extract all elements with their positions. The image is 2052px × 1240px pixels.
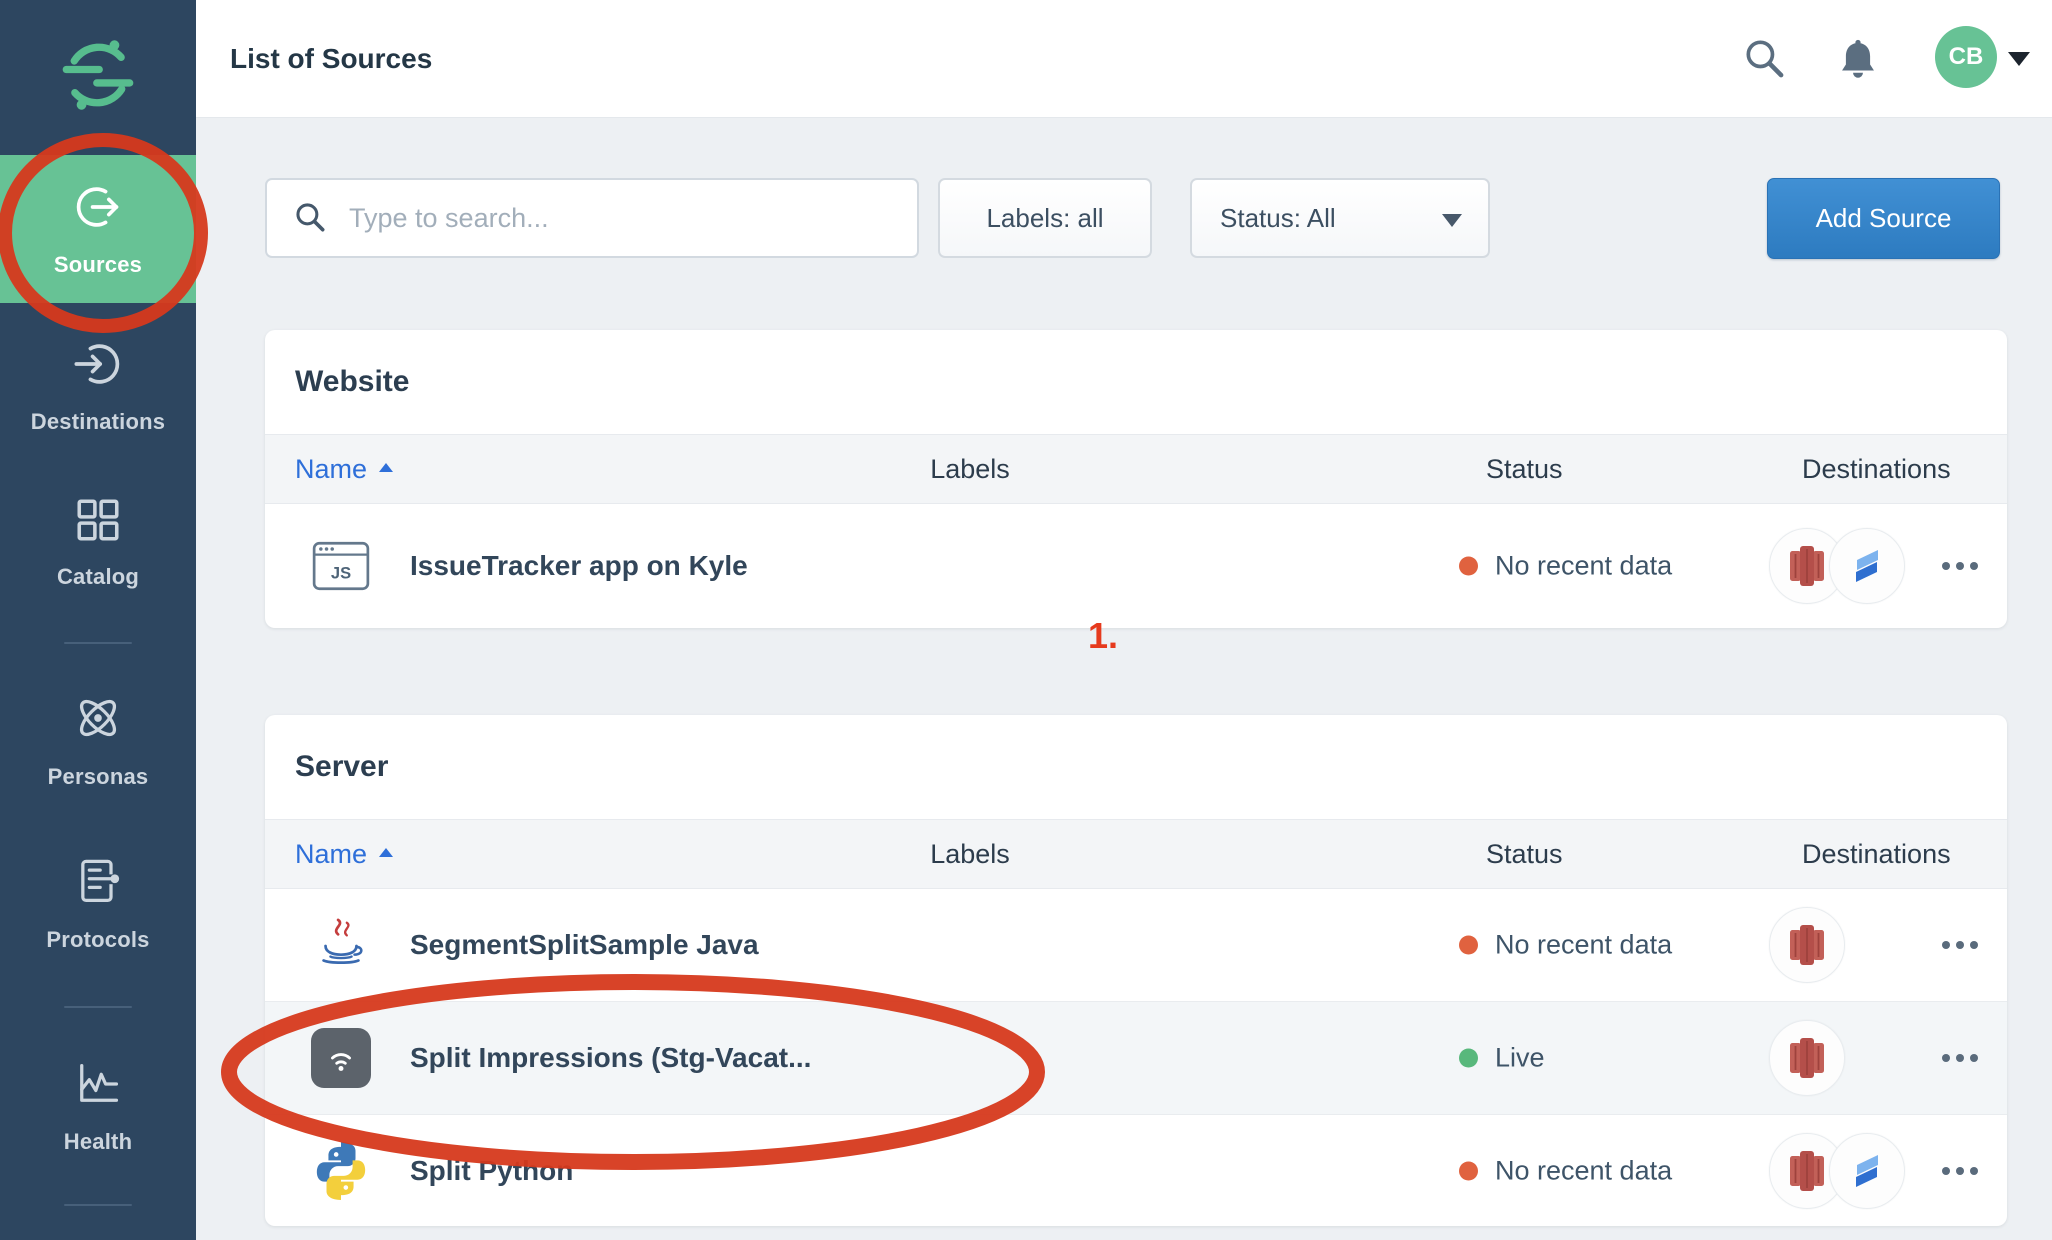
source-status: No recent data xyxy=(1459,550,1672,581)
destinations-icon xyxy=(72,338,124,395)
source-status: No recent data xyxy=(1459,1156,1672,1187)
protocols-document-icon xyxy=(72,856,124,913)
status-dot-icon xyxy=(1459,1162,1478,1181)
health-chart-icon xyxy=(72,1058,124,1115)
chevron-down-icon xyxy=(1442,214,1462,227)
column-header-destinations: Destinations xyxy=(1802,820,1951,888)
source-name[interactable]: Split Python xyxy=(410,1155,573,1187)
personas-atom-icon xyxy=(71,691,125,750)
segment-logo-icon[interactable] xyxy=(0,36,196,114)
sources-icon xyxy=(72,181,124,238)
search-input[interactable] xyxy=(347,202,903,235)
sidebar-item-protocols[interactable]: Protocols xyxy=(0,848,196,960)
sort-ascending-icon xyxy=(379,848,393,857)
top-header: List of Sources CB xyxy=(196,0,2052,118)
notifications-bell-icon[interactable] xyxy=(1836,0,1880,117)
search-icon xyxy=(293,200,329,236)
add-source-button[interactable]: Add Source xyxy=(1767,178,2000,259)
table-row-python[interactable]: Split Python No recent data xyxy=(265,1115,2007,1226)
wifi-device-source-icon xyxy=(310,1027,372,1089)
status-filter-dropdown[interactable]: Status: All xyxy=(1190,178,1490,258)
column-header-labels: Labels xyxy=(875,820,1065,888)
sidebar-item-catalog[interactable]: Catalog xyxy=(0,488,196,596)
blue-s-destination-icon[interactable] xyxy=(1829,528,1905,604)
blue-s-destination-icon[interactable] xyxy=(1829,1133,1905,1209)
java-source-icon xyxy=(310,914,372,976)
sidebar-item-destinations[interactable]: Destinations xyxy=(0,332,196,440)
sort-ascending-icon xyxy=(379,463,393,472)
server-sources-card: Server Name Labels Status Destinations xyxy=(265,715,2007,1226)
destinations-cell xyxy=(1769,907,1845,983)
sidebar-divider xyxy=(64,1204,132,1206)
catalog-grid-icon xyxy=(73,495,123,550)
row-menu-ellipsis-icon[interactable] xyxy=(1920,1151,2000,1191)
status-filter-label: Status: All xyxy=(1220,203,1336,234)
source-search-box xyxy=(265,178,919,258)
add-source-label: Add Source xyxy=(1816,203,1952,234)
table-row-issuetracker[interactable]: JS IssueTracker app on Kyle No recent da… xyxy=(265,504,2007,627)
column-header-destinations: Destinations xyxy=(1802,435,1951,503)
sidebar-item-label: Sources xyxy=(54,252,142,278)
table-row-split-impressions[interactable]: Split Impressions (Stg-Vacat... Live xyxy=(265,1002,2007,1115)
account-menu-caret-icon[interactable] xyxy=(2008,52,2030,66)
sidebar-item-personas[interactable]: Personas xyxy=(0,686,196,794)
sidebar-item-sources[interactable]: Sources xyxy=(0,155,196,303)
javascript-website-icon: JS xyxy=(310,535,372,597)
labels-filter-button[interactable]: Labels: all xyxy=(938,178,1152,258)
sidebar-item-health[interactable]: Health xyxy=(0,1050,196,1162)
status-dot-icon xyxy=(1459,1049,1478,1068)
column-header-name[interactable]: Name xyxy=(295,820,393,888)
source-status: Live xyxy=(1459,1043,1545,1074)
user-avatar[interactable]: CB xyxy=(1935,26,1997,88)
row-menu-ellipsis-icon[interactable] xyxy=(1920,1038,2000,1078)
redshift-destination-icon[interactable] xyxy=(1769,907,1845,983)
column-header-labels: Labels xyxy=(875,435,1065,503)
card-title: Server xyxy=(265,715,2007,819)
main-content: Labels: all Status: All Add Source Websi… xyxy=(196,117,2052,1240)
destinations-cell xyxy=(1769,1020,1845,1096)
sidebar-item-label: Protocols xyxy=(46,927,149,953)
sidebar-divider xyxy=(64,1006,132,1008)
column-header-name[interactable]: Name xyxy=(295,435,393,503)
global-search-icon[interactable] xyxy=(1742,0,1788,117)
table-row-java[interactable]: SegmentSplitSample Java No recent data xyxy=(265,889,2007,1002)
python-source-icon xyxy=(310,1140,372,1202)
source-name[interactable]: SegmentSplitSample Java xyxy=(410,929,759,961)
redshift-destination-icon[interactable] xyxy=(1769,1020,1845,1096)
source-name[interactable]: Split Impressions (Stg-Vacat... xyxy=(410,1042,811,1074)
sidebar: Sources Destinations Catalog xyxy=(0,0,196,1240)
sidebar-item-label: Health xyxy=(64,1129,132,1155)
destinations-cell xyxy=(1769,1133,1905,1209)
row-menu-ellipsis-icon[interactable] xyxy=(1920,546,2000,586)
column-header-status: Status xyxy=(1486,435,1563,503)
status-dot-icon xyxy=(1459,936,1478,955)
table-header: Name Labels Status Destinations xyxy=(265,434,2007,504)
svg-text:JS: JS xyxy=(331,563,351,582)
sources-list-page: { "header": { "title": "List of Sources"… xyxy=(0,0,2052,1240)
source-name[interactable]: IssueTracker app on Kyle xyxy=(410,550,748,582)
row-menu-ellipsis-icon[interactable] xyxy=(1920,925,2000,965)
column-header-status: Status xyxy=(1486,820,1563,888)
page-title: List of Sources xyxy=(230,0,432,117)
destinations-cell xyxy=(1769,528,1905,604)
status-dot-icon xyxy=(1459,556,1478,575)
table-header: Name Labels Status Destinations xyxy=(265,819,2007,889)
sidebar-item-label: Destinations xyxy=(31,409,165,435)
labels-filter-label: Labels: all xyxy=(986,203,1103,234)
sidebar-item-label: Personas xyxy=(48,764,149,790)
source-status: No recent data xyxy=(1459,930,1672,961)
sidebar-item-label: Catalog xyxy=(57,564,139,590)
card-title: Website xyxy=(265,330,2007,434)
sidebar-divider xyxy=(64,642,132,644)
website-sources-card: Website Name Labels Status Destinations … xyxy=(265,330,2007,628)
